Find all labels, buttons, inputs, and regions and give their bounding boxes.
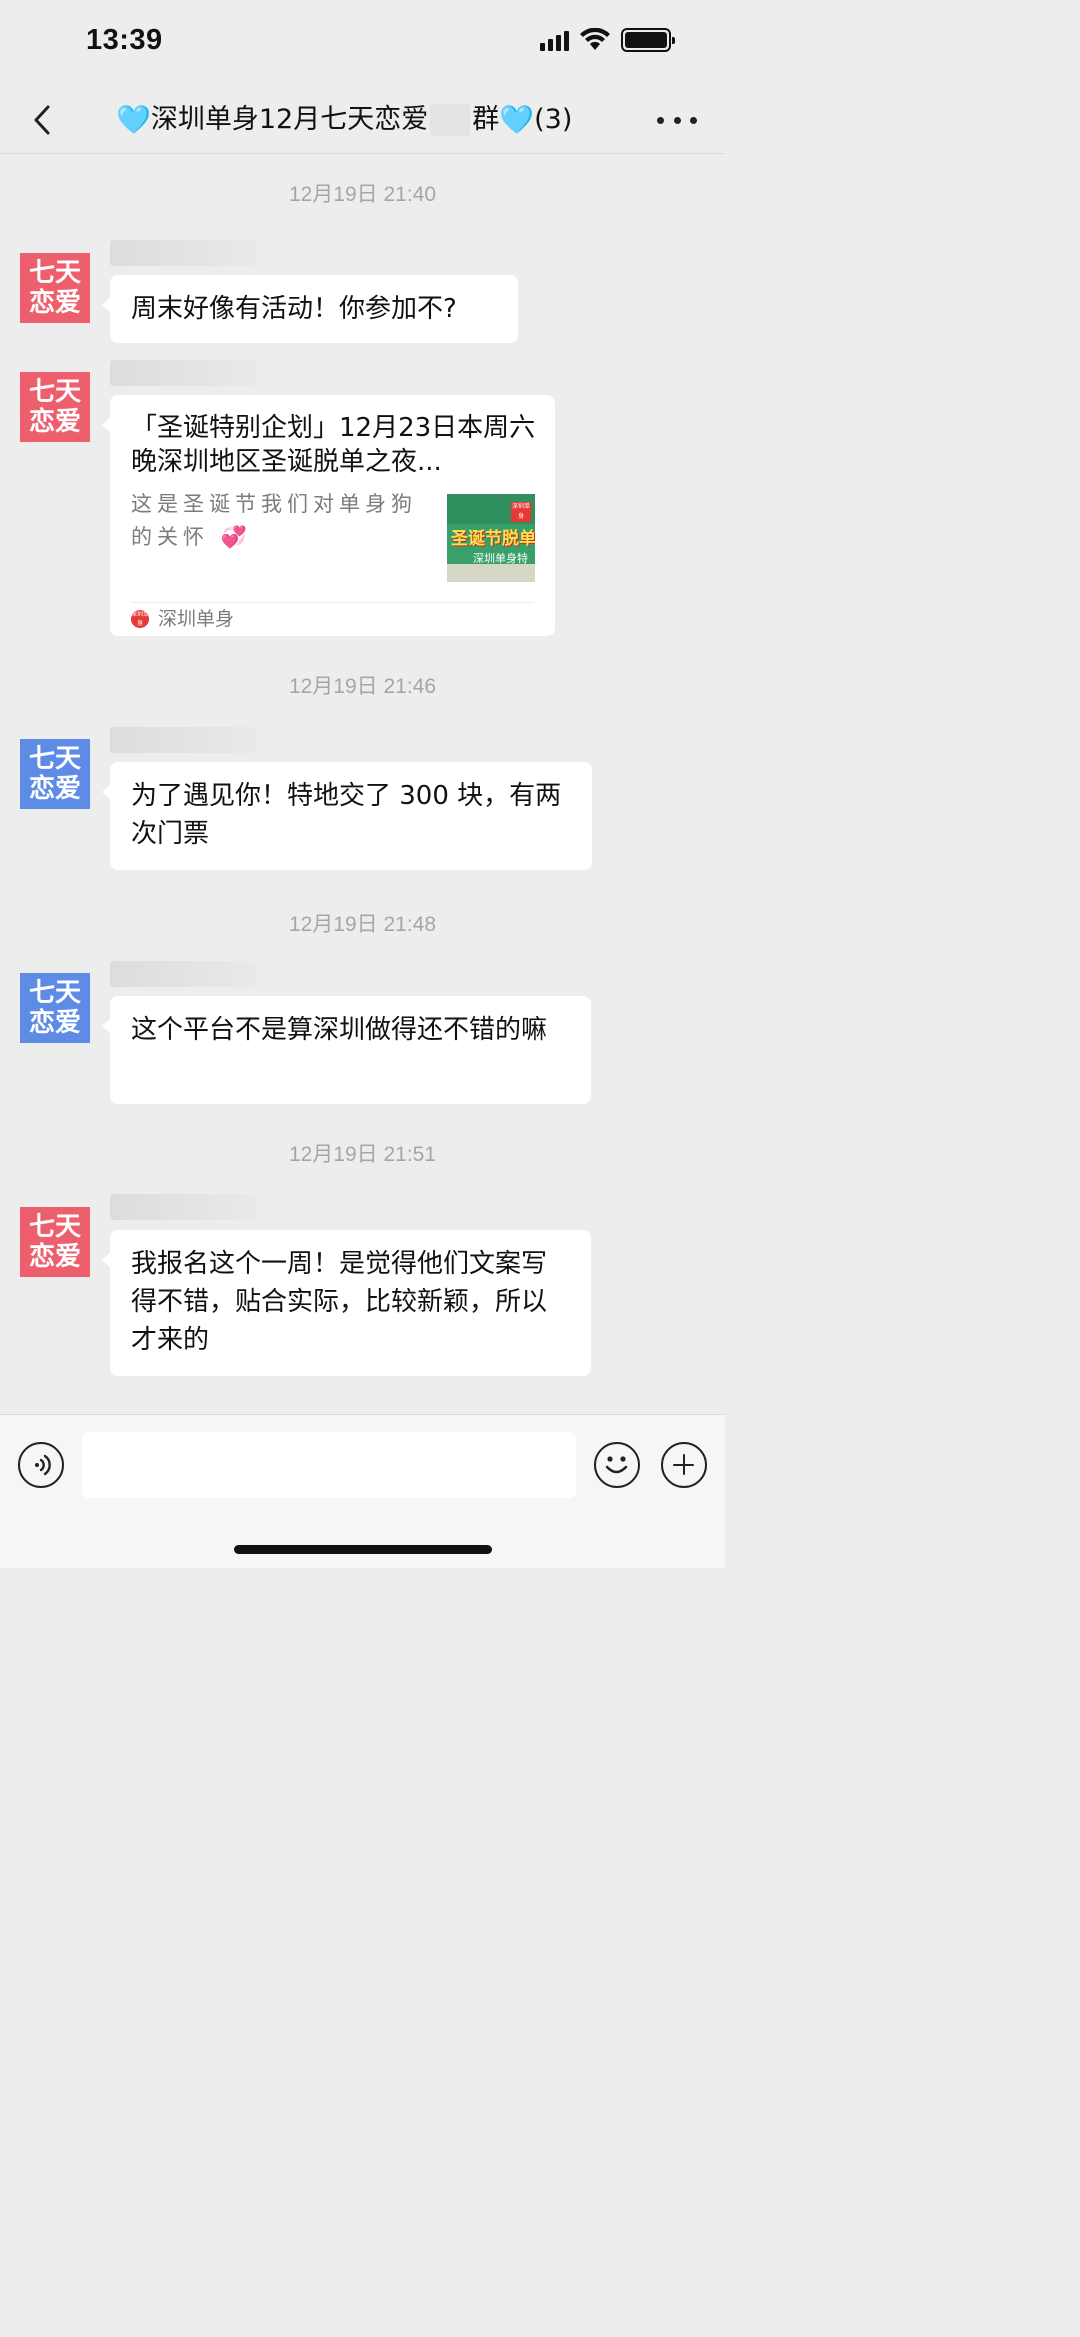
sender-name-blurred	[110, 727, 256, 753]
message-input[interactable]	[82, 1432, 576, 1498]
sender-name-blurred	[110, 360, 256, 386]
chat-title-suffix: 群	[472, 104, 500, 135]
chat-title-main: 深圳单身12月七天恋爱	[150, 104, 429, 135]
plus-button[interactable]	[661, 1442, 707, 1488]
message-bubble[interactable]: 这个平台不是算深圳做得还不错的嘛	[102, 996, 591, 1104]
chat-title: 🩵 深圳单身12月七天恋爱 群 🩵 (3)	[116, 100, 605, 140]
card-thumbnail: 深圳单身 圣诞节脱单 深圳单身特	[447, 494, 535, 582]
avatar-text: 恋爱	[28, 1008, 81, 1038]
thumb-badge: 深圳单身	[511, 502, 531, 522]
member-count: (3)	[534, 104, 573, 135]
avatar-text: 七天	[28, 258, 81, 288]
heart-icon: 🩵	[499, 103, 535, 136]
avatar-text: 七天	[28, 744, 81, 774]
avatar-text: 恋爱	[28, 774, 81, 804]
avatar[interactable]: 七天 恋爱	[20, 739, 90, 809]
more-dots-icon	[657, 116, 664, 124]
more-button[interactable]	[657, 108, 697, 132]
wifi-icon	[580, 28, 610, 50]
avatar[interactable]: 七天 恋爱	[20, 372, 90, 442]
back-button[interactable]	[22, 100, 62, 140]
message-bubble[interactable]: 为了遇见你！特地交了 300 块，有两次门票	[102, 762, 592, 870]
avatar-text: 恋爱	[28, 1242, 81, 1272]
avatar-text: 恋爱	[28, 288, 81, 318]
timestamp: 12月19日 21:40	[288, 183, 437, 206]
voice-button[interactable]	[18, 1442, 64, 1488]
avatar[interactable]: 七天 恋爱	[20, 1207, 90, 1277]
link-card[interactable]: 「圣诞特别企划」12月23日本周六晚深圳地区圣诞脱单之夜... 这是圣诞节我们对…	[102, 395, 555, 636]
more-dot	[690, 116, 697, 124]
timestamp: 12月19日 21:51	[288, 1143, 437, 1166]
avatar-text: 七天	[28, 978, 81, 1008]
heart-icon: 🩵	[116, 103, 151, 136]
sender-name-blurred	[110, 1194, 256, 1220]
avatar-text: 恋爱	[28, 407, 81, 437]
battery-icon	[621, 28, 675, 52]
avatar-text: 七天	[28, 377, 81, 407]
emoji-button[interactable]	[594, 1442, 640, 1488]
avatar[interactable]: 七天 恋爱	[20, 973, 90, 1043]
avatar-text: 七天	[28, 1212, 81, 1242]
chat-header: 🩵 深圳单身12月七天恋爱 群 🩵 (3)	[0, 88, 725, 154]
sender-name-blurred	[110, 240, 256, 266]
source-logo-icon: 深圳单身	[131, 610, 150, 628]
status-bar: 13:39	[0, 0, 725, 88]
thumb-title: 圣诞节脱单	[451, 529, 535, 549]
signal-icon	[540, 29, 569, 51]
status-icons	[540, 28, 675, 52]
card-title: 「圣诞特别企划」12月23日本周六晚深圳地区圣诞脱单之夜...	[131, 413, 536, 477]
timestamp: 12月19日 21:46	[288, 675, 437, 698]
divider	[131, 602, 534, 603]
voice-icon	[35, 1454, 51, 1476]
card-description: 这是圣诞节我们对单身狗的关怀 💞	[131, 492, 417, 549]
home-indicator	[234, 1545, 492, 1554]
more-dot	[673, 116, 681, 124]
avatar[interactable]: 七天 恋爱	[20, 253, 90, 323]
sender-name-blurred	[110, 961, 256, 987]
timestamp: 12月19日 21:48	[288, 913, 437, 936]
message-bubble[interactable]: 周末好像有活动！你参加不?	[102, 275, 518, 343]
emoji-icon	[605, 1456, 628, 1474]
status-time: 13:39	[86, 24, 163, 56]
blurred-text	[430, 104, 471, 136]
back-arrow-icon	[34, 105, 50, 135]
card-source: 深圳单身	[158, 608, 235, 630]
message-bubble[interactable]: 我报名这个一周！是觉得他们文案写得不错，贴合实际，比较新颖，所以才来的	[102, 1230, 591, 1376]
